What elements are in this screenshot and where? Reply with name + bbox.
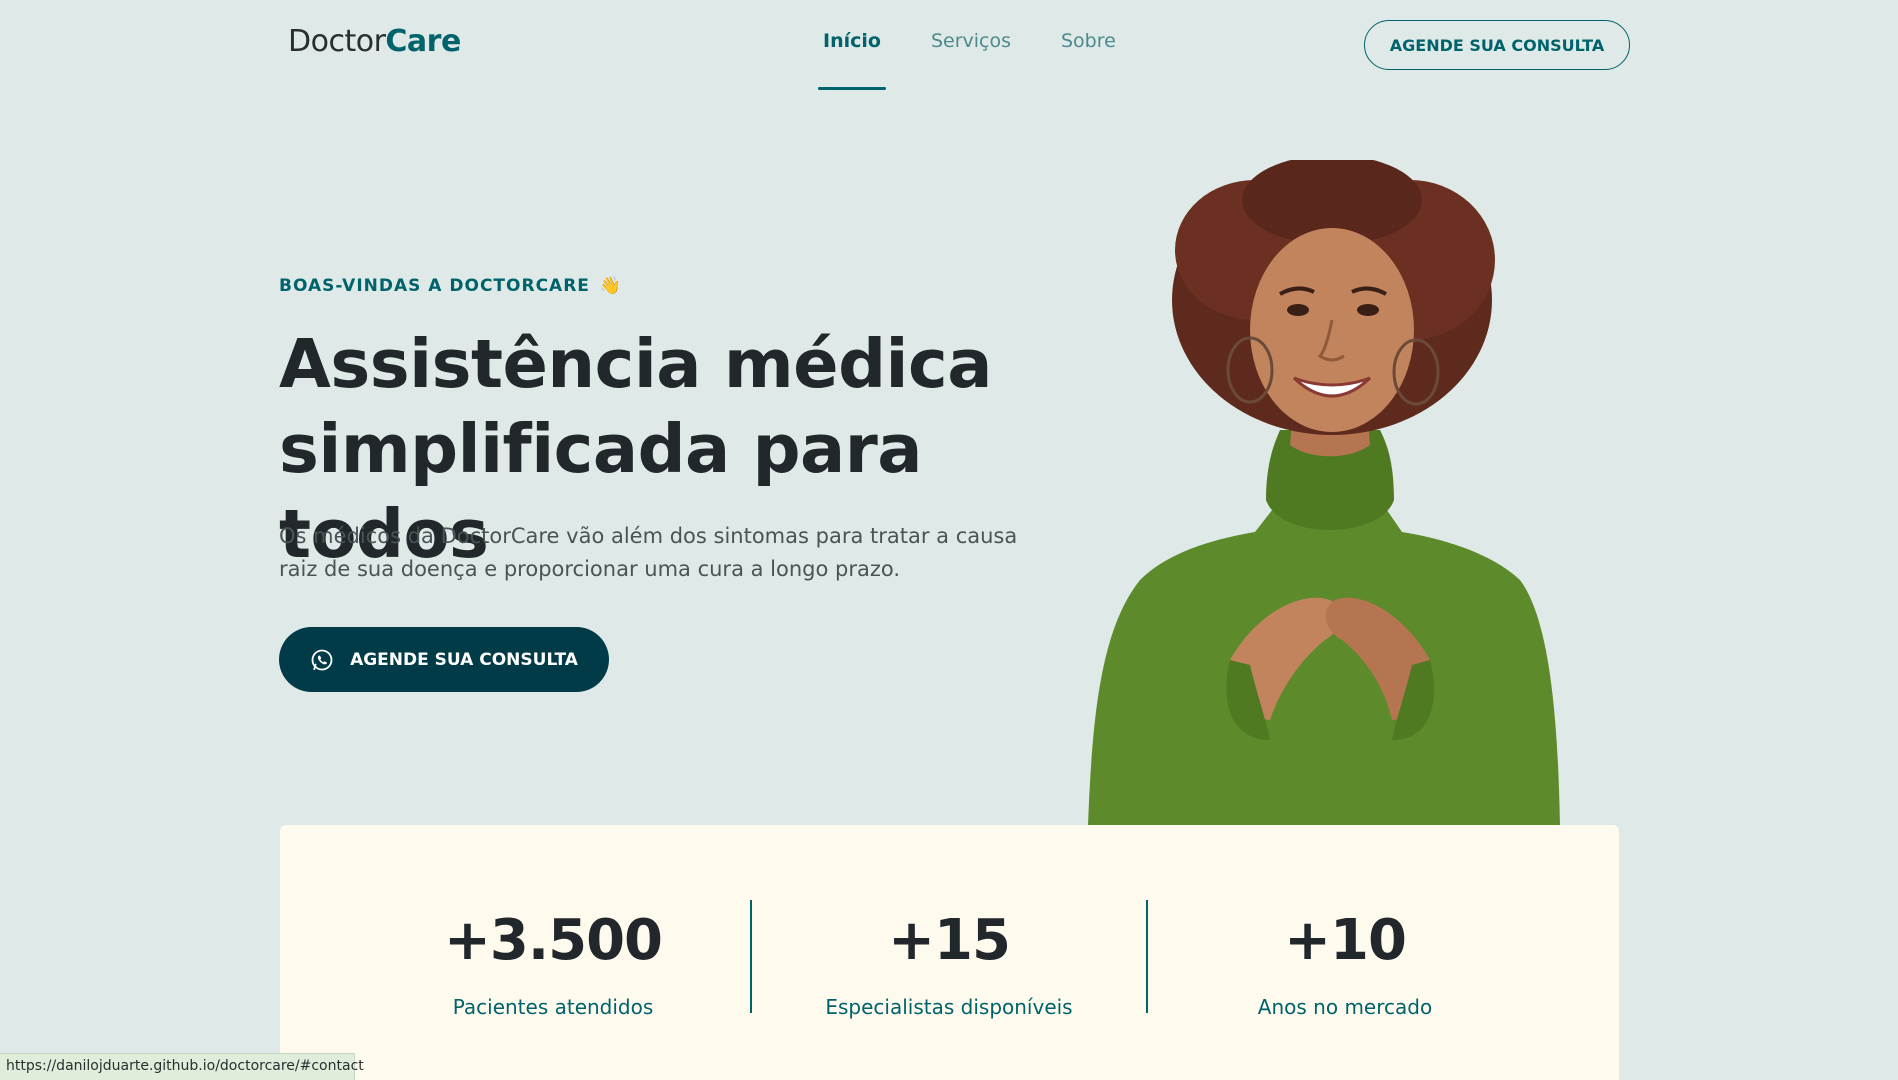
main-nav: Início Serviços Sobre [818,30,1121,90]
nav-link-inicio[interactable]: Início [818,30,886,90]
browser-status-url: https://danilojduarte.github.io/doctorca… [0,1053,364,1080]
stats-section: +3.500 Pacientes atendidos +15 Especiali… [280,825,1619,1080]
stat-label: Especialistas disponíveis [825,995,1073,1019]
waving-hand-icon: 👋 [599,276,623,296]
stat-label: Anos no mercado [1257,995,1433,1019]
stats-divider [750,900,752,1013]
stat-value: +15 [888,908,1011,973]
logo-prefix: Doctor [288,24,386,59]
site-header: DoctorCare Início Serviços Sobre AGENDE … [0,0,1898,92]
stat-label: Pacientes atendidos [452,995,654,1019]
hero-title-line-1: Assistência médica [279,325,992,403]
hero-schedule-button[interactable]: AGENDE SUA CONSULTA [279,627,609,692]
stat-specialists: +15 Especialistas disponíveis [799,905,1099,1019]
nav-link-servicos[interactable]: Serviços [926,30,1016,52]
hero-schedule-button-label: AGENDE SUA CONSULTA [350,649,578,670]
site-logo[interactable]: DoctorCare [288,24,461,59]
hero-doctor-image [1080,155,1600,826]
header-schedule-button[interactable]: AGENDE SUA CONSULTA [1364,20,1630,70]
stats-divider [1146,900,1148,1013]
hero-eyebrow: BOAS-VINDAS A DOCTORCARE 👋 [279,276,622,296]
logo-suffix: Care [385,24,461,59]
stat-value: +10 [1284,908,1407,973]
whatsapp-icon [310,648,334,672]
nav-link-sobre[interactable]: Sobre [1056,30,1121,52]
stat-years: +10 Anos no mercado [1195,905,1495,1019]
stat-patients: +3.500 Pacientes atendidos [403,905,703,1019]
stat-value: +3.500 [443,908,663,973]
hero-description: Os médicos da DoctorCare vão além dos si… [279,524,1018,581]
hero-eyebrow-text: BOAS-VINDAS A DOCTORCARE [279,276,590,296]
